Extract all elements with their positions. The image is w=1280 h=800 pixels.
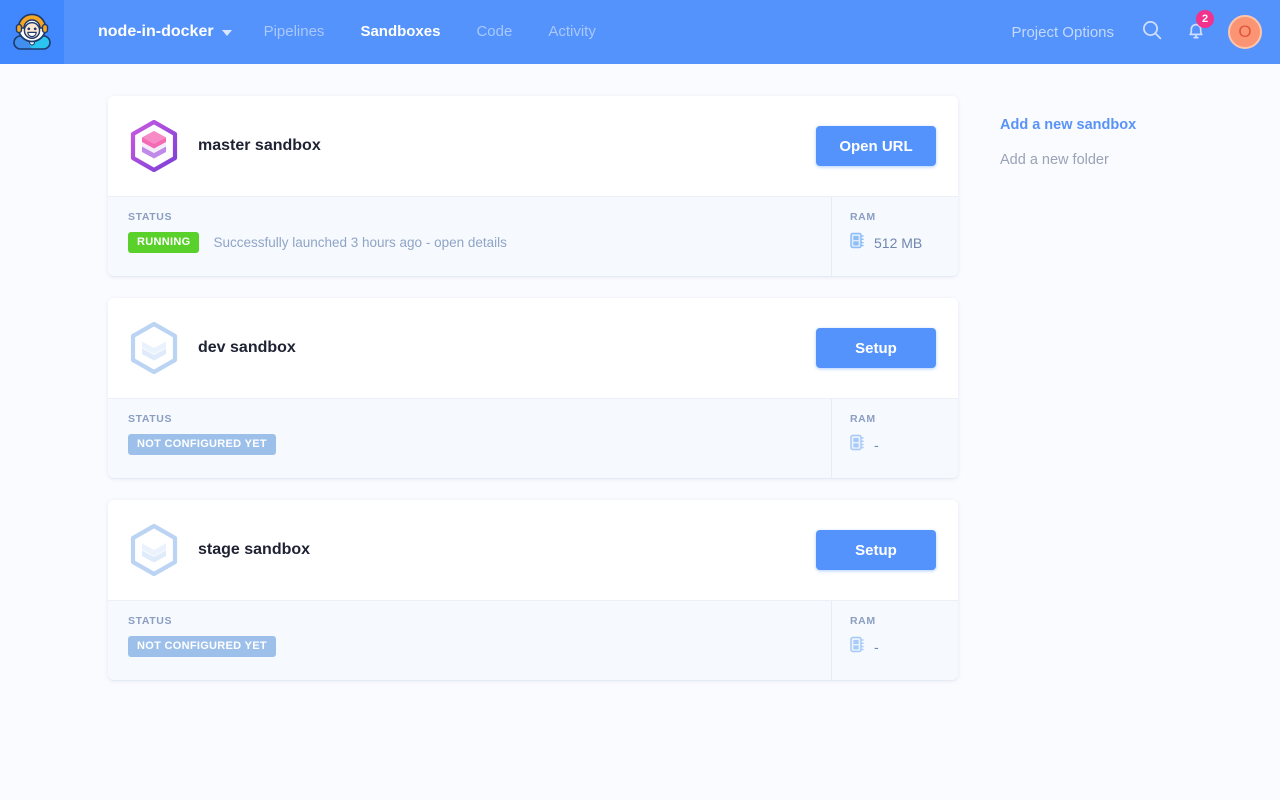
status-row: NOT CONFIGURED YET: [128, 434, 831, 455]
project-selector[interactable]: node-in-docker: [84, 0, 246, 64]
status-badge: NOT CONFIGURED YET: [128, 636, 276, 657]
ram-row: -: [850, 434, 958, 456]
status-section: STATUS RUNNING Successfully launched 3 h…: [108, 197, 832, 276]
status-section: STATUS NOT CONFIGURED YET: [108, 601, 832, 680]
sandbox-card-header: stage sandbox Setup: [108, 500, 958, 600]
ram-label: RAM: [850, 211, 876, 223]
sandbox-name: dev sandbox: [198, 339, 296, 356]
search-button[interactable]: [1130, 0, 1174, 64]
memory-chip-icon: [850, 434, 865, 456]
sandbox-action: Open URL: [816, 126, 936, 166]
sandbox-card-footer: STATUS NOT CONFIGURED YET RAM -: [108, 398, 958, 478]
status-message[interactable]: Successfully launched 3 hours ago - open…: [213, 235, 506, 250]
sandbox-action: Setup: [816, 530, 936, 570]
setup-button[interactable]: Setup: [816, 530, 936, 570]
chevron-down-icon: [221, 30, 232, 36]
ram-value: -: [874, 437, 879, 453]
sandbox-action: Setup: [816, 328, 936, 368]
status-label: STATUS: [128, 211, 173, 223]
header-actions: Project Options 2 O: [995, 0, 1280, 64]
nav-item-sandboxes[interactable]: Sandboxes: [342, 0, 458, 64]
ram-value: -: [874, 639, 879, 655]
add-new-sandbox-link[interactable]: Add a new sandbox: [1000, 108, 1136, 143]
add-new-folder-link[interactable]: Add a new folder: [1000, 143, 1136, 178]
status-section: STATUS NOT CONFIGURED YET: [108, 399, 832, 478]
sandbox-hexagon-icon: [128, 321, 180, 375]
project-name-label: node-in-docker: [98, 23, 214, 40]
sandbox-card: dev sandbox Setup STATUS NOT CONFIGURED …: [108, 298, 958, 478]
sandbox-hexagon-icon: [128, 119, 180, 173]
sandbox-card-footer: STATUS NOT CONFIGURED YET RAM -: [108, 600, 958, 680]
status-badge: RUNNING: [128, 232, 200, 253]
astronaut-logo-icon: [9, 9, 55, 55]
ram-row: -: [850, 636, 958, 658]
memory-chip-icon: [850, 232, 865, 254]
sandbox-card-header: dev sandbox Setup: [108, 298, 958, 398]
memory-chip-icon: [850, 636, 865, 658]
notification-count-badge: 2: [1196, 10, 1214, 28]
ram-section: RAM: [832, 197, 958, 276]
sandbox-card-footer: STATUS RUNNING Successfully launched 3 h…: [108, 196, 958, 276]
status-badge: NOT CONFIGURED YET: [128, 434, 276, 455]
status-row: RUNNING Successfully launched 3 hours ag…: [128, 232, 831, 253]
sandbox-hexagon-icon: [128, 523, 180, 577]
sandbox-name: master sandbox: [198, 137, 321, 154]
app-logo[interactable]: [0, 0, 64, 64]
nav-item-activity[interactable]: Activity: [530, 0, 614, 64]
ram-section: RAM: [832, 601, 958, 680]
ram-section: RAM: [832, 399, 958, 478]
ram-value: 512 MB: [874, 235, 923, 251]
sandbox-card: master sandbox Open URL STATUS RUNNING S…: [108, 96, 958, 276]
sandbox-card: stage sandbox Setup STATUS NOT CONFIGURE…: [108, 500, 958, 680]
search-icon: [1141, 19, 1163, 46]
ram-label: RAM: [850, 615, 876, 627]
user-avatar[interactable]: O: [1228, 15, 1262, 49]
main-nav: node-in-docker Pipelines Sandboxes Code …: [64, 0, 614, 64]
open-url-button[interactable]: Open URL: [816, 126, 936, 166]
status-label: STATUS: [128, 413, 173, 425]
nav-item-pipelines[interactable]: Pipelines: [246, 0, 343, 64]
top-navigation-bar: node-in-docker Pipelines Sandboxes Code …: [0, 0, 1280, 64]
page-body: master sandbox Open URL STATUS RUNNING S…: [0, 64, 1280, 702]
sandbox-name: stage sandbox: [198, 541, 311, 558]
status-row: NOT CONFIGURED YET: [128, 636, 831, 657]
nav-item-code[interactable]: Code: [458, 0, 530, 64]
setup-button[interactable]: Setup: [816, 328, 936, 368]
ram-row: 512 MB: [850, 232, 958, 254]
sandbox-card-header: master sandbox Open URL: [108, 96, 958, 196]
status-label: STATUS: [128, 615, 173, 627]
sandbox-list: master sandbox Open URL STATUS RUNNING S…: [108, 96, 958, 702]
notifications-button[interactable]: 2: [1174, 0, 1218, 64]
project-options-button[interactable]: Project Options: [995, 24, 1130, 41]
ram-label: RAM: [850, 413, 876, 425]
side-actions: Add a new sandbox Add a new folder: [958, 96, 1136, 702]
